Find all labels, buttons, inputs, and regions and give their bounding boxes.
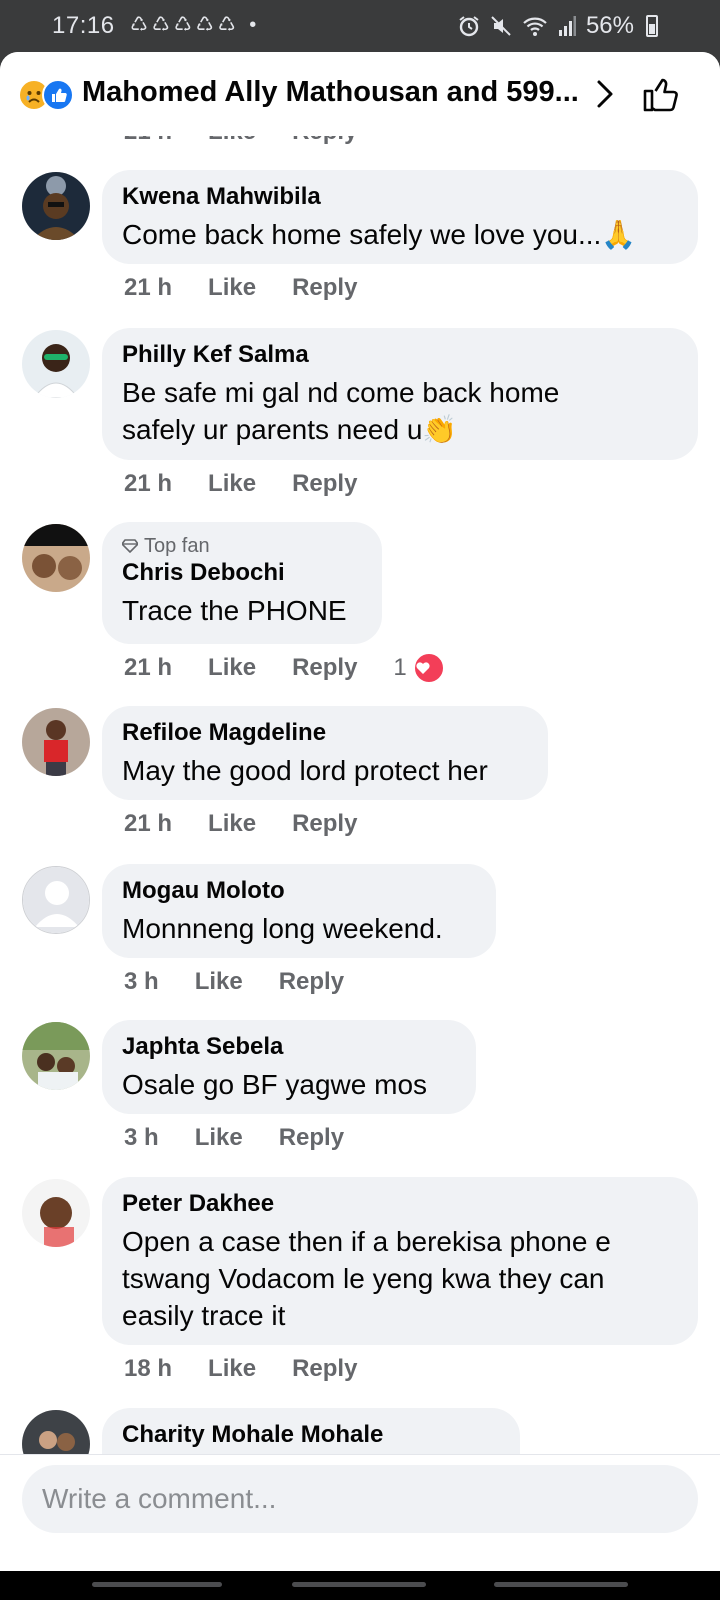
comment-author[interactable]: Japhta Sebela xyxy=(122,1032,456,1062)
like-button[interactable]: Like xyxy=(208,1355,256,1383)
comment-bubble[interactable]: Kwena Mahwibila Come back home safely we… xyxy=(102,170,698,264)
comment-time: 21 h xyxy=(124,810,173,837)
like-button[interactable]: Like xyxy=(195,968,243,996)
comment-time: 21 h xyxy=(124,274,173,301)
reply-button[interactable]: Reply xyxy=(292,654,357,682)
comment-bubble[interactable]: Top fan Chris Debochi Trace the PHONE xyxy=(102,522,382,644)
badge-label: Top fan xyxy=(144,535,210,557)
reply-button[interactable]: Reply xyxy=(292,1355,357,1383)
alarm-icon xyxy=(459,16,479,37)
reply-button[interactable]: Reply xyxy=(292,274,357,302)
wifi-icon xyxy=(523,17,547,36)
like-button[interactable]: Like xyxy=(195,1124,243,1152)
chevron-right-icon[interactable] xyxy=(594,78,616,110)
reaction-summary[interactable]: 1 xyxy=(393,652,446,684)
reply-button[interactable]: Reply xyxy=(292,810,357,838)
avatar[interactable] xyxy=(22,172,90,240)
comment-bubble[interactable]: Japhta Sebela Osale go BF yagwe mos xyxy=(102,1020,476,1114)
status-right: 56% xyxy=(458,12,658,40)
comment-actions: 21 h Like Reply xyxy=(124,470,357,498)
reactors-title: Mahomed Ally Mathousan and 599... xyxy=(82,76,579,108)
signal-icon xyxy=(558,16,576,36)
nav-home-button[interactable] xyxy=(292,1582,426,1587)
comment-time: 3 h xyxy=(124,1124,159,1151)
battery-icon xyxy=(646,15,658,37)
comment-author[interactable]: Refiloe Magdeline xyxy=(122,718,528,748)
like-button[interactable]: Like xyxy=(208,654,256,682)
system-nav-bar xyxy=(0,1570,720,1600)
comment-bubble[interactable]: Philly Kef Salma Be safe mi gal nd come … xyxy=(102,328,698,460)
comment-text: May the good lord protect her xyxy=(122,755,488,786)
comment-author[interactable]: Charity Mohale Mohale xyxy=(122,1420,500,1450)
comment-actions: 18 h Like Reply xyxy=(124,1355,357,1383)
comment-text: Come back home safely we love you...🙏 xyxy=(122,219,637,250)
comment-author[interactable]: Mogau Moloto xyxy=(122,876,476,906)
comment-actions: 21 h Like Reply xyxy=(124,810,357,838)
reactions-header[interactable]: Mahomed Ally Mathousan and 599... xyxy=(0,52,720,136)
comment-actions: 21 h Like Reply 1 xyxy=(124,652,446,684)
reaction-count: 1 xyxy=(393,654,407,681)
battery-percent: 56% xyxy=(585,12,634,39)
comment-text: Open a case then if a berekisa phone e t… xyxy=(122,1226,611,1331)
like-reaction-icon xyxy=(42,79,74,111)
avatar[interactable] xyxy=(22,1022,90,1090)
comment-time: 18 h xyxy=(124,1355,173,1382)
comment-time: 21 h xyxy=(124,654,173,681)
like-button[interactable]: Like xyxy=(208,274,256,302)
like-button[interactable]: Like xyxy=(208,810,256,838)
comment-author[interactable]: Kwena Mahwibila xyxy=(122,182,678,212)
reply-button[interactable]: Reply xyxy=(279,968,344,996)
comment-time: 3 h xyxy=(124,968,159,995)
avatar[interactable] xyxy=(22,330,90,398)
top-fan-badge: Top fan xyxy=(122,534,362,558)
comment-bubble[interactable]: Peter Dakhee Open a case then if a berek… xyxy=(102,1177,698,1345)
avatar[interactable] xyxy=(22,866,90,934)
comments-sheet: Mahomed Ally Mathousan and 599... 21 h L… xyxy=(0,52,720,1570)
comment-text: Trace the PHONE xyxy=(122,595,347,626)
comment-text: Be safe mi gal nd come back home safely … xyxy=(122,377,560,445)
comment-author[interactable]: Peter Dakhee xyxy=(122,1189,678,1219)
nav-recents-button[interactable] xyxy=(92,1582,222,1587)
mute-icon xyxy=(491,16,511,36)
comment-text: Monnneng long weekend. xyxy=(122,913,443,944)
status-bar: 17:16 ♺♺♺♺♺ • 56% xyxy=(0,0,720,52)
comment-text: Osale go BF yagwe mos xyxy=(122,1069,428,1100)
comment-actions: 3 h Like Reply xyxy=(124,1124,344,1152)
comment-actions: 21 h Like Reply xyxy=(124,274,357,302)
comment-input[interactable] xyxy=(22,1465,698,1533)
comment-author[interactable]: Philly Kef Salma xyxy=(122,340,678,370)
like-button[interactable]: Like xyxy=(208,470,256,498)
nav-back-button[interactable] xyxy=(494,1582,628,1587)
diamond-icon xyxy=(122,539,138,553)
status-time: 17:16 xyxy=(52,12,115,39)
avatar[interactable] xyxy=(22,708,90,776)
avatar[interactable] xyxy=(22,1179,90,1247)
notification-icons: ♺♺♺♺♺ • xyxy=(130,14,261,36)
comment-bubble[interactable]: Mogau Moloto Monnneng long weekend. xyxy=(102,864,496,958)
like-outline-icon[interactable] xyxy=(640,74,680,114)
comment-time: 21 h xyxy=(124,470,173,497)
reaction-icons xyxy=(18,79,78,111)
comment-actions: 3 h Like Reply xyxy=(124,968,344,996)
comment-bubble[interactable]: Refiloe Magdeline May the good lord prot… xyxy=(102,706,548,800)
comment-author[interactable]: Chris Debochi xyxy=(122,558,362,588)
reply-button[interactable]: Reply xyxy=(292,470,357,498)
comment-composer xyxy=(0,1454,720,1571)
reply-button[interactable]: Reply xyxy=(279,1124,344,1152)
avatar[interactable] xyxy=(22,524,90,592)
love-reaction-icon xyxy=(413,652,446,684)
